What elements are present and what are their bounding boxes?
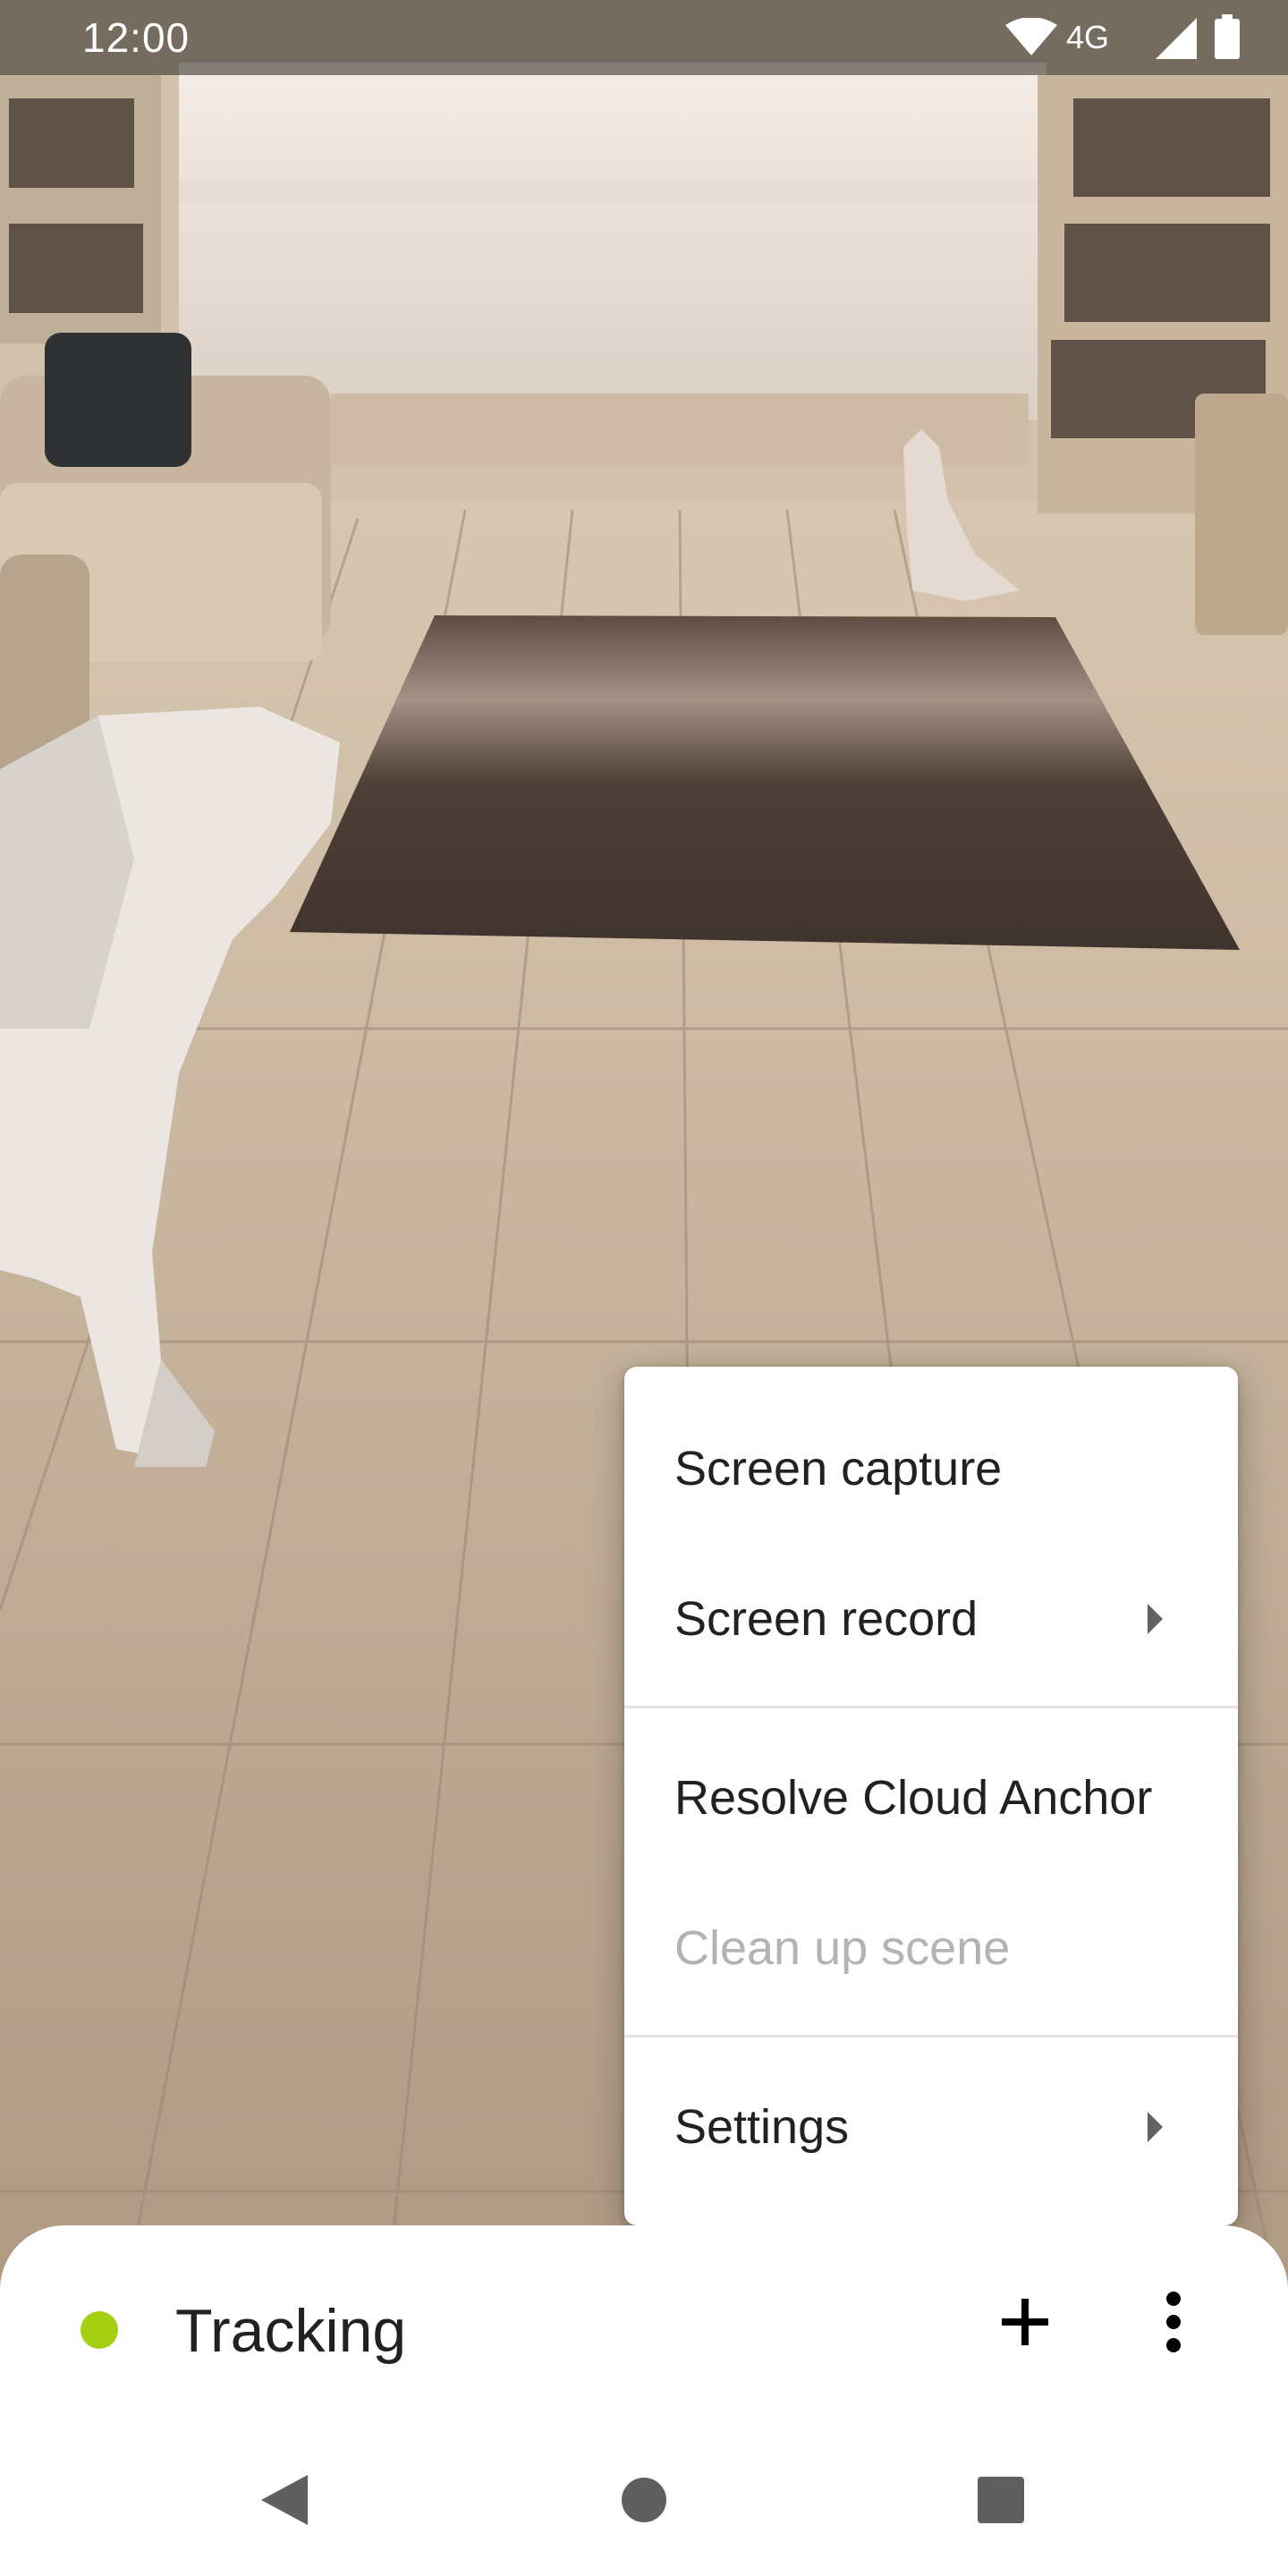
more-options-button[interactable] — [1141, 2290, 1206, 2354]
network-type-label: 4G — [1066, 19, 1110, 55]
menu-item-screen-capture[interactable]: Screen capture — [624, 1394, 1238, 1544]
nav-recents-button[interactable] — [952, 2451, 1050, 2549]
more-vert-icon — [1166, 2292, 1181, 2352]
menu-item-label: Settings — [674, 2100, 850, 2154]
menu-divider — [624, 1706, 1238, 1708]
menu-divider — [624, 2035, 1238, 2038]
wifi-icon — [1005, 18, 1057, 55]
submenu-arrow-icon — [1148, 2112, 1163, 2142]
nav-back-button[interactable] — [234, 2451, 333, 2549]
tracking-status-dot — [80, 2311, 118, 2349]
menu-item-clean-up-scene: Clean up scene — [624, 1873, 1238, 2023]
status-icons: 4G — [966, 0, 1288, 75]
menu-item-label: Resolve Cloud Anchor — [674, 1771, 1153, 1825]
submenu-arrow-icon — [1148, 1604, 1163, 1634]
cell-signal-icon — [1156, 18, 1197, 59]
battery-icon — [1215, 14, 1240, 59]
recents-icon — [978, 2477, 1024, 2523]
nav-home-button[interactable] — [595, 2451, 693, 2549]
add-button[interactable] — [993, 2290, 1057, 2354]
status-time: 12:00 — [82, 14, 191, 61]
tracking-status-label: Tracking — [175, 2297, 407, 2365]
menu-item-settings[interactable]: Settings — [624, 2052, 1238, 2202]
menu-item-screen-record[interactable]: Screen record — [624, 1544, 1238, 1694]
back-icon — [261, 2475, 308, 2525]
menu-item-label: Clean up scene — [674, 1921, 1011, 1975]
home-icon — [622, 2478, 666, 2522]
plus-icon — [1002, 2299, 1048, 2345]
overflow-menu: Screen capture Screen record Resolve Clo… — [624, 1367, 1238, 2225]
status-bar: 12:00 4G — [0, 0, 1288, 75]
menu-item-label: Screen record — [674, 1592, 979, 1646]
menu-item-label: Screen capture — [674, 1442, 1003, 1496]
menu-item-resolve-cloud-anchor[interactable]: Resolve Cloud Anchor — [624, 1723, 1238, 1873]
